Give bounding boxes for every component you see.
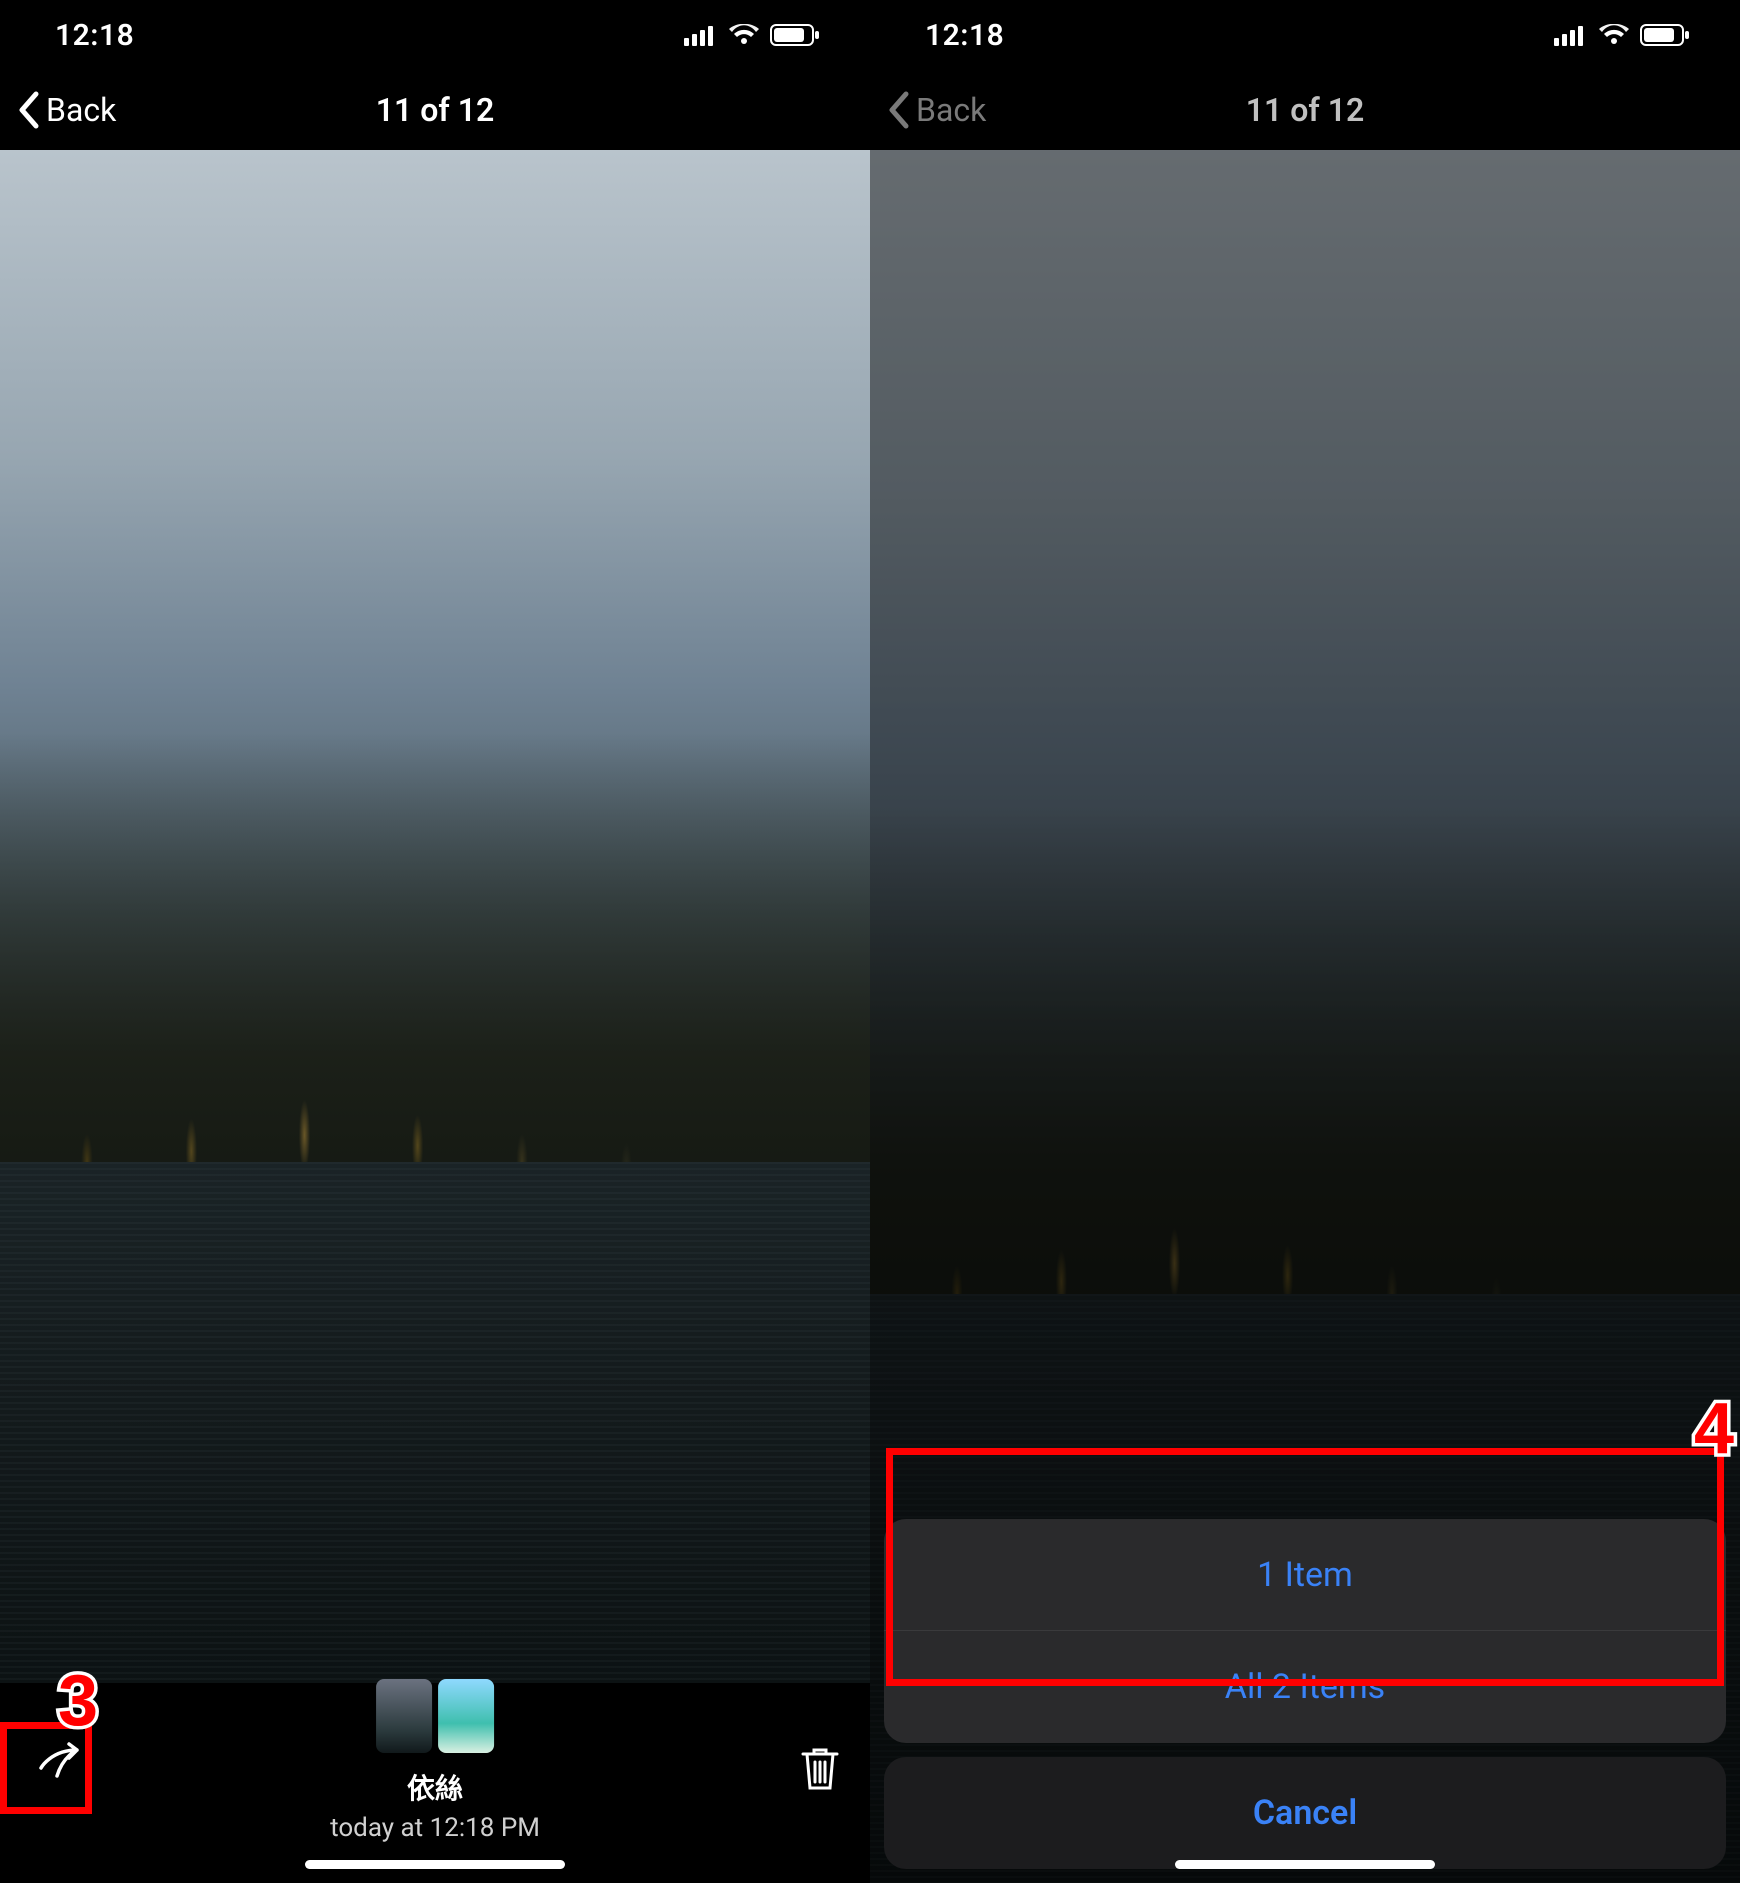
photo-view: 1 Item All 2 Items Cancel — [870, 150, 1740, 1883]
status-time: 12:18 — [55, 18, 134, 53]
caption-block: 依絲 today at 12:18 PM — [330, 1679, 540, 1843]
back-label: Back — [916, 91, 986, 129]
nav-title: 11 of 12 — [1246, 91, 1365, 129]
nav-bar: Back 11 of 12 — [870, 70, 1740, 150]
thumbnail[interactable] — [376, 1679, 432, 1753]
action-sheet: 1 Item All 2 Items Cancel — [884, 1519, 1726, 1869]
bottom-toolbar: 依絲 today at 12:18 PM — [0, 1683, 870, 1883]
action-sheet-options: 1 Item All 2 Items — [884, 1519, 1726, 1743]
status-bar: 12:18 — [870, 0, 1740, 70]
status-bar: 12:18 — [0, 0, 870, 70]
status-indicators — [1554, 23, 1690, 47]
back-button[interactable]: Back — [16, 91, 116, 129]
sheet-option-all-items[interactable]: All 2 Items — [884, 1631, 1726, 1743]
battery-icon — [770, 23, 820, 47]
home-indicator[interactable] — [1175, 1860, 1435, 1869]
screenshot-left: 12:18 Back 11 of 12 — [0, 0, 870, 1883]
nav-title: 11 of 12 — [376, 91, 495, 129]
annotation-number: 4 — [1694, 1388, 1734, 1470]
status-indicators — [684, 23, 820, 47]
sheet-cancel-button[interactable]: Cancel — [884, 1757, 1726, 1869]
sender-name: 依絲 — [407, 1767, 463, 1807]
cellular-icon — [1554, 24, 1588, 46]
status-time: 12:18 — [925, 18, 1004, 53]
delete-button[interactable] — [790, 1733, 850, 1803]
chevron-left-icon — [16, 91, 40, 129]
wifi-icon — [728, 24, 760, 46]
timestamp-label: today at 12:18 PM — [330, 1813, 540, 1843]
nav-bar: Back 11 of 12 — [0, 70, 870, 150]
back-button[interactable]: Back — [886, 91, 986, 129]
sheet-option-one-item[interactable]: 1 Item — [884, 1519, 1726, 1631]
home-indicator[interactable] — [305, 1860, 565, 1869]
thumbnail-row[interactable] — [376, 1679, 494, 1753]
wifi-icon — [1598, 24, 1630, 46]
thumbnail[interactable] — [438, 1679, 494, 1753]
screenshot-right: 12:18 Back 11 of 12 — [870, 0, 1740, 1883]
back-label: Back — [46, 91, 116, 129]
battery-icon — [1640, 23, 1690, 47]
annotation-number: 3 — [58, 1660, 98, 1742]
cellular-icon — [684, 24, 718, 46]
photo-view[interactable] — [0, 150, 870, 1683]
chevron-left-icon — [886, 91, 910, 129]
photo-content — [0, 150, 870, 1683]
